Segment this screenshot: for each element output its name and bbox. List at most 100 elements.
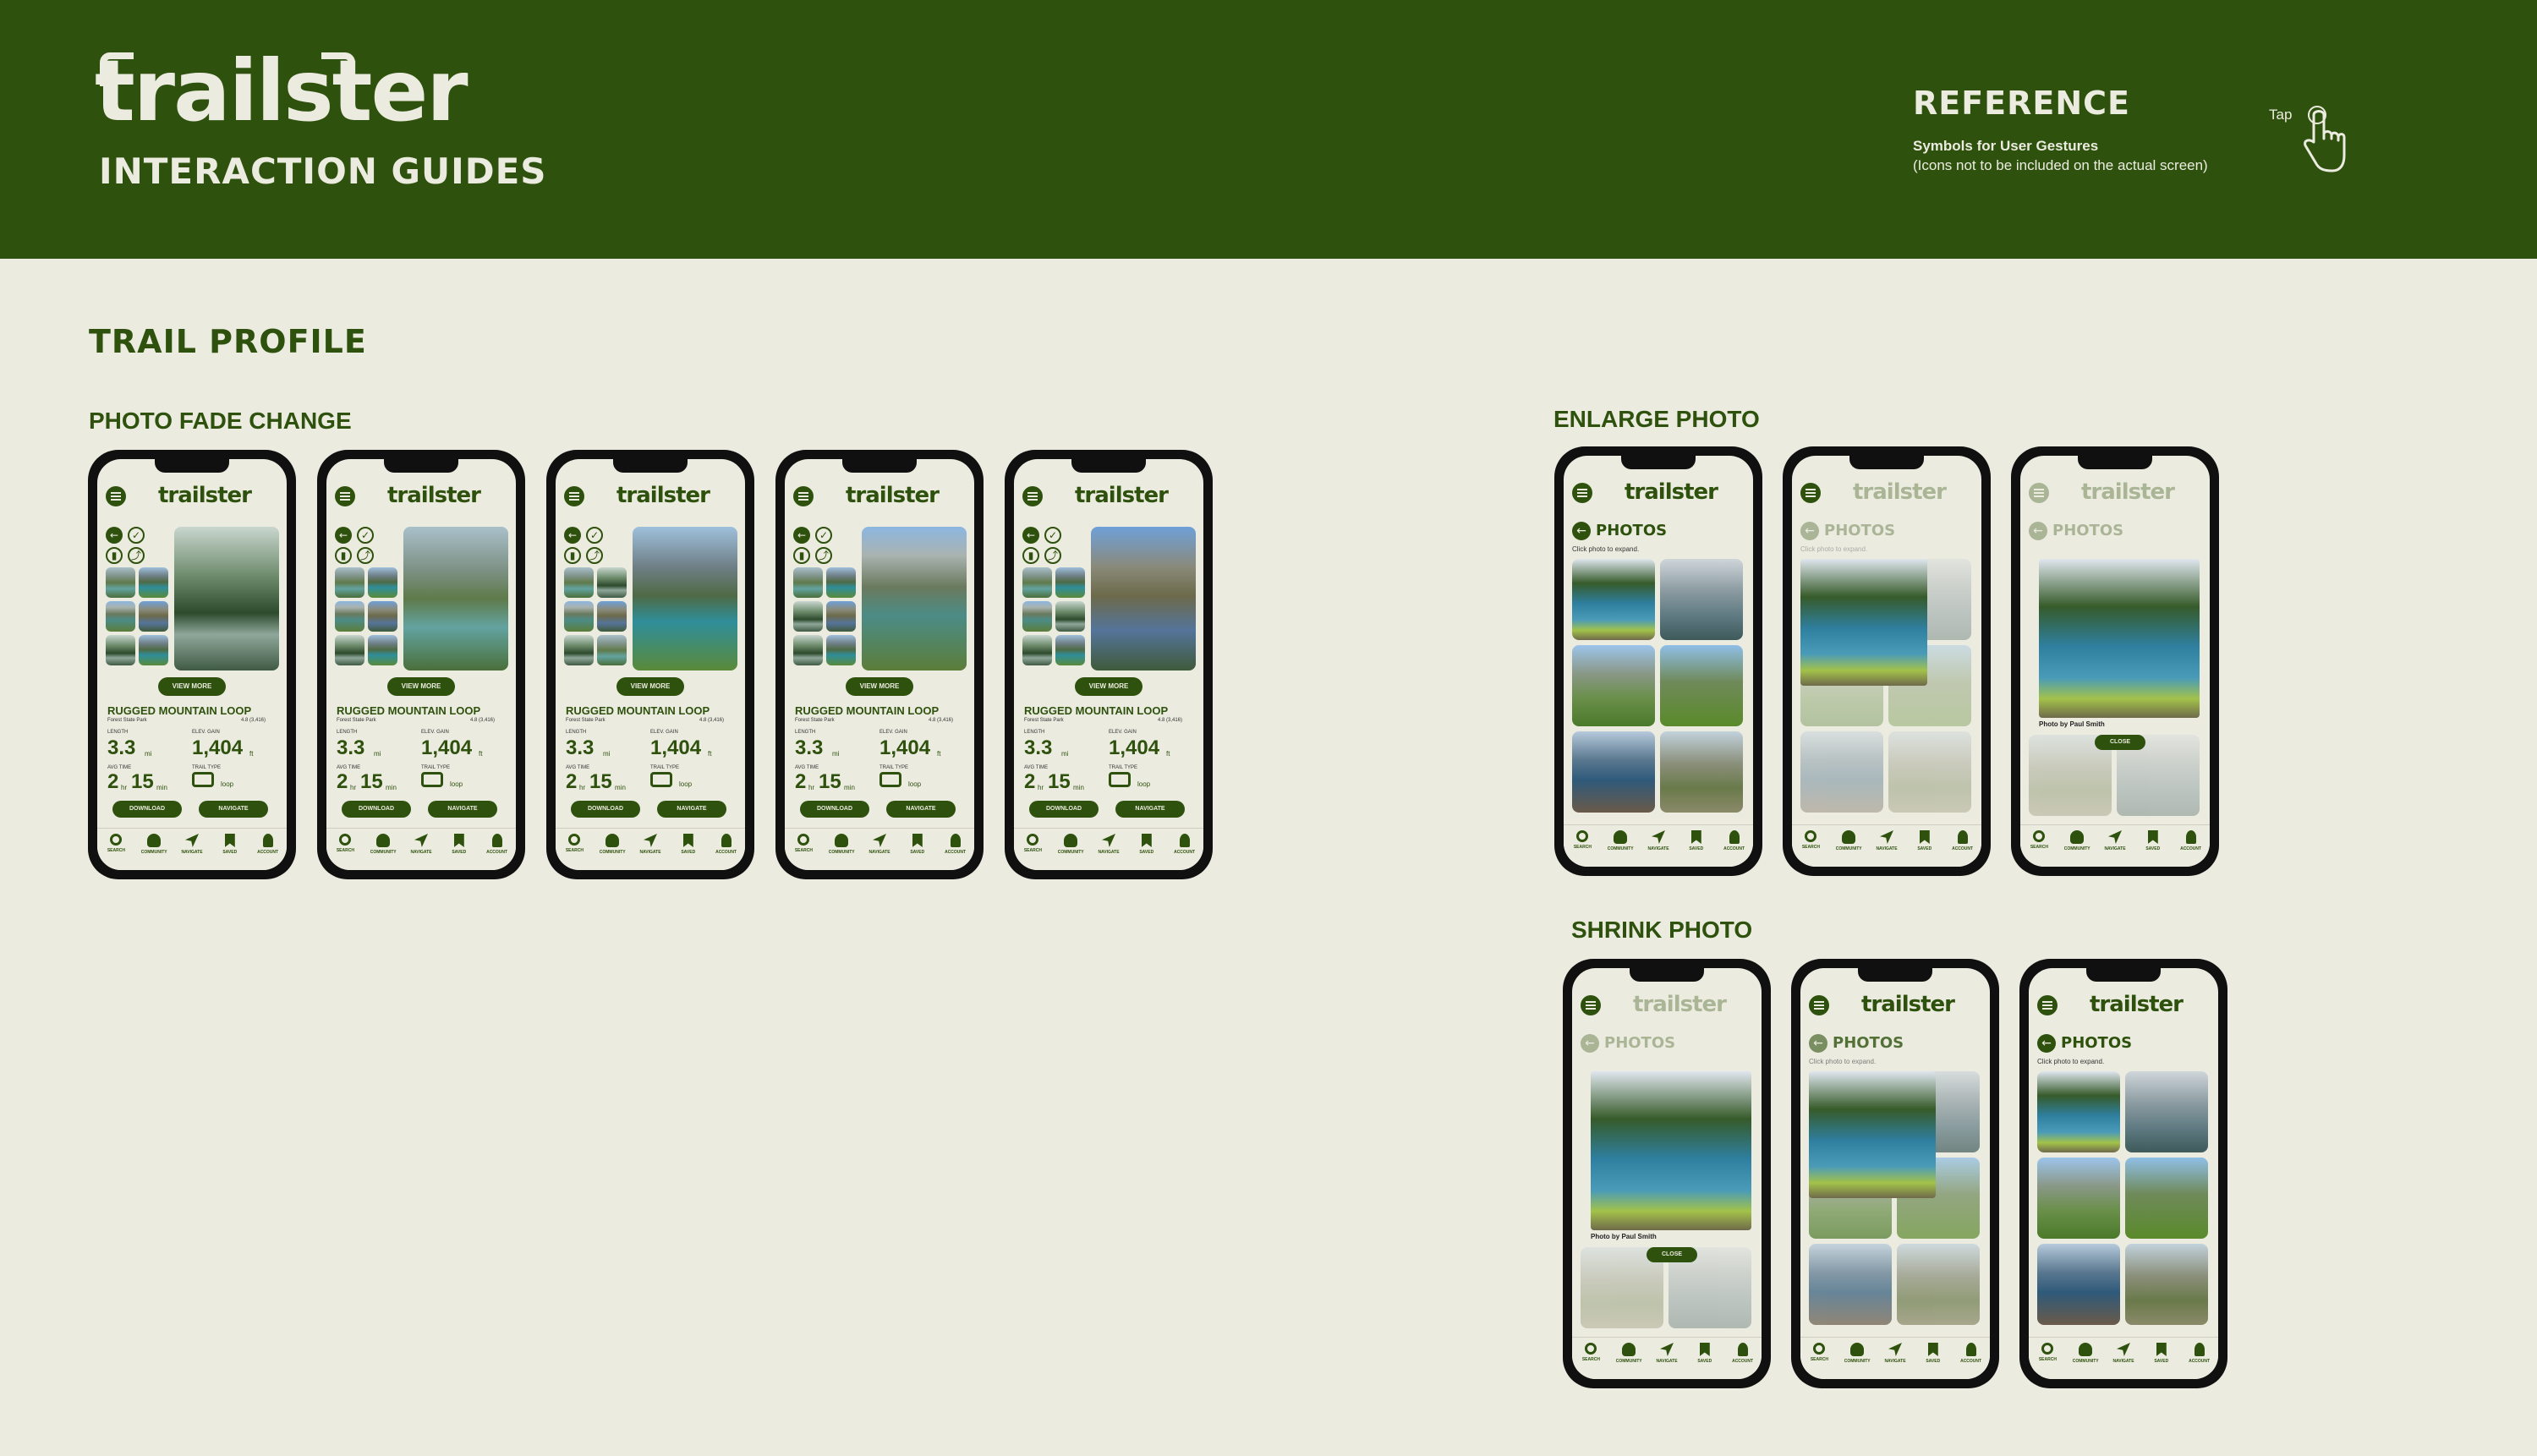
nav-navigate[interactable]: NAVIGATE <box>2098 830 2132 867</box>
download-button[interactable]: DOWNLOAD <box>1029 801 1099 818</box>
nav-saved[interactable]: SAVED <box>1688 1343 1722 1379</box>
photo-tile[interactable] <box>2125 1244 2208 1325</box>
thumbnail[interactable] <box>826 567 856 598</box>
photo-tile[interactable] <box>1572 731 1655 813</box>
nav-account[interactable]: ACCOUNT <box>710 834 743 870</box>
thumbnail[interactable] <box>1055 601 1085 632</box>
bookmark-icon[interactable]: ▮ <box>1022 547 1039 564</box>
share-icon[interactable]: ⤴ <box>586 547 603 564</box>
thumbnail[interactable] <box>139 567 168 598</box>
thumbnail[interactable] <box>826 635 856 665</box>
shrinking-photo[interactable] <box>1809 1071 1936 1198</box>
view-more-button[interactable]: VIEW MORE <box>387 677 455 696</box>
nav-saved[interactable]: SAVED <box>442 834 476 870</box>
nav-navigate[interactable]: NAVIGATE <box>1870 830 1904 867</box>
thumbnail[interactable] <box>564 601 594 632</box>
nav-search[interactable]: SEARCH <box>1565 830 1599 867</box>
back-arrow-icon[interactable]: ← <box>793 527 810 544</box>
photo-tile[interactable] <box>1572 645 1655 726</box>
navigate-button[interactable]: NAVIGATE <box>657 801 726 818</box>
nav-navigate[interactable]: NAVIGATE <box>175 834 209 870</box>
nav-search[interactable]: SEARCH <box>1794 830 1827 867</box>
thumbnail[interactable] <box>597 601 627 632</box>
photo-tile[interactable] <box>2125 1071 2208 1152</box>
nav-saved[interactable]: SAVED <box>1130 834 1164 870</box>
nav-community[interactable]: COMMUNITY <box>1603 830 1637 867</box>
nav-search[interactable]: SEARCH <box>328 834 362 870</box>
view-more-button[interactable]: VIEW MORE <box>616 677 684 696</box>
nav-navigate[interactable]: NAVIGATE <box>1878 1343 1912 1379</box>
nav-search[interactable]: SEARCH <box>1574 1343 1608 1379</box>
nav-community[interactable]: COMMUNITY <box>1054 834 1088 870</box>
back-arrow-icon[interactable]: ← <box>1572 522 1591 540</box>
thumbnail[interactable] <box>106 567 135 598</box>
back-arrow-icon[interactable]: ← <box>2037 1034 2056 1053</box>
thumbnail[interactable] <box>368 635 397 665</box>
share-icon[interactable]: ⤴ <box>128 547 145 564</box>
nav-account[interactable]: ACCOUNT <box>251 834 285 870</box>
nav-search[interactable]: SEARCH <box>557 834 591 870</box>
nav-community[interactable]: COMMUNITY <box>595 834 629 870</box>
nav-saved[interactable]: SAVED <box>1916 1343 1950 1379</box>
nav-account[interactable]: ACCOUNT <box>1726 1343 1760 1379</box>
nav-saved[interactable]: SAVED <box>213 834 247 870</box>
thumbnail[interactable] <box>826 601 856 632</box>
back-arrow-icon[interactable]: ← <box>1022 527 1039 544</box>
thumbnail[interactable] <box>106 601 135 632</box>
thumbnail[interactable] <box>1055 567 1085 598</box>
nav-saved[interactable]: SAVED <box>1679 830 1713 867</box>
nav-community[interactable]: COMMUNITY <box>366 834 400 870</box>
thumbnail[interactable] <box>793 601 823 632</box>
nav-search[interactable]: SEARCH <box>99 834 133 870</box>
hero-photo[interactable] <box>862 527 967 671</box>
thumbnail[interactable] <box>564 567 594 598</box>
thumbnail[interactable] <box>106 635 135 665</box>
photo-tile[interactable] <box>1660 731 1743 813</box>
thumbnail[interactable] <box>597 567 627 598</box>
photo-tile[interactable] <box>1897 1244 1980 1325</box>
enlarged-photo[interactable] <box>2039 559 2200 718</box>
back-arrow-icon[interactable]: ← <box>335 527 352 544</box>
menu-icon[interactable] <box>564 486 584 506</box>
nav-community[interactable]: COMMUNITY <box>2069 1343 2102 1379</box>
download-button[interactable]: DOWNLOAD <box>342 801 411 818</box>
hero-photo[interactable] <box>1091 527 1196 671</box>
menu-icon[interactable] <box>1809 995 1829 1015</box>
bookmark-icon[interactable]: ▮ <box>335 547 352 564</box>
back-arrow-icon[interactable]: ← <box>564 527 581 544</box>
check-icon[interactable]: ✓ <box>586 527 603 544</box>
nav-navigate[interactable]: NAVIGATE <box>2107 1343 2140 1379</box>
nav-community[interactable]: COMMUNITY <box>1840 1343 1874 1379</box>
share-icon[interactable]: ⤴ <box>357 547 374 564</box>
check-icon[interactable]: ✓ <box>357 527 374 544</box>
view-more-button[interactable]: VIEW MORE <box>158 677 226 696</box>
nav-search[interactable]: SEARCH <box>2030 1343 2064 1379</box>
thumbnail[interactable] <box>368 567 397 598</box>
nav-saved[interactable]: SAVED <box>901 834 934 870</box>
nav-account[interactable]: ACCOUNT <box>1718 830 1751 867</box>
nav-account[interactable]: ACCOUNT <box>1168 834 1202 870</box>
back-arrow-icon[interactable]: ← <box>1800 522 1819 540</box>
thumbnail[interactable] <box>1022 635 1052 665</box>
nav-navigate[interactable]: NAVIGATE <box>404 834 438 870</box>
back-arrow-icon[interactable]: ← <box>106 527 123 544</box>
navigate-button[interactable]: NAVIGATE <box>428 801 497 818</box>
back-arrow-icon[interactable]: ← <box>1809 1034 1827 1053</box>
download-button[interactable]: DOWNLOAD <box>112 801 182 818</box>
photo-tile[interactable] <box>2037 1244 2120 1325</box>
thumbnail[interactable] <box>1022 601 1052 632</box>
nav-saved[interactable]: SAVED <box>1908 830 1942 867</box>
share-icon[interactable]: ⤴ <box>815 547 832 564</box>
menu-icon[interactable] <box>1581 995 1601 1015</box>
view-more-button[interactable]: VIEW MORE <box>846 677 913 696</box>
thumbnail[interactable] <box>335 635 364 665</box>
menu-icon[interactable] <box>106 486 126 506</box>
photo-tile[interactable] <box>1809 1244 1892 1325</box>
close-button[interactable]: CLOSE <box>1647 1247 1697 1262</box>
hero-photo[interactable] <box>403 527 508 671</box>
navigate-button[interactable]: NAVIGATE <box>1115 801 1185 818</box>
photo-tile[interactable] <box>2125 1158 2208 1239</box>
thumbnail[interactable] <box>793 567 823 598</box>
close-button[interactable]: CLOSE <box>2095 735 2145 750</box>
nav-community[interactable]: COMMUNITY <box>1832 830 1866 867</box>
